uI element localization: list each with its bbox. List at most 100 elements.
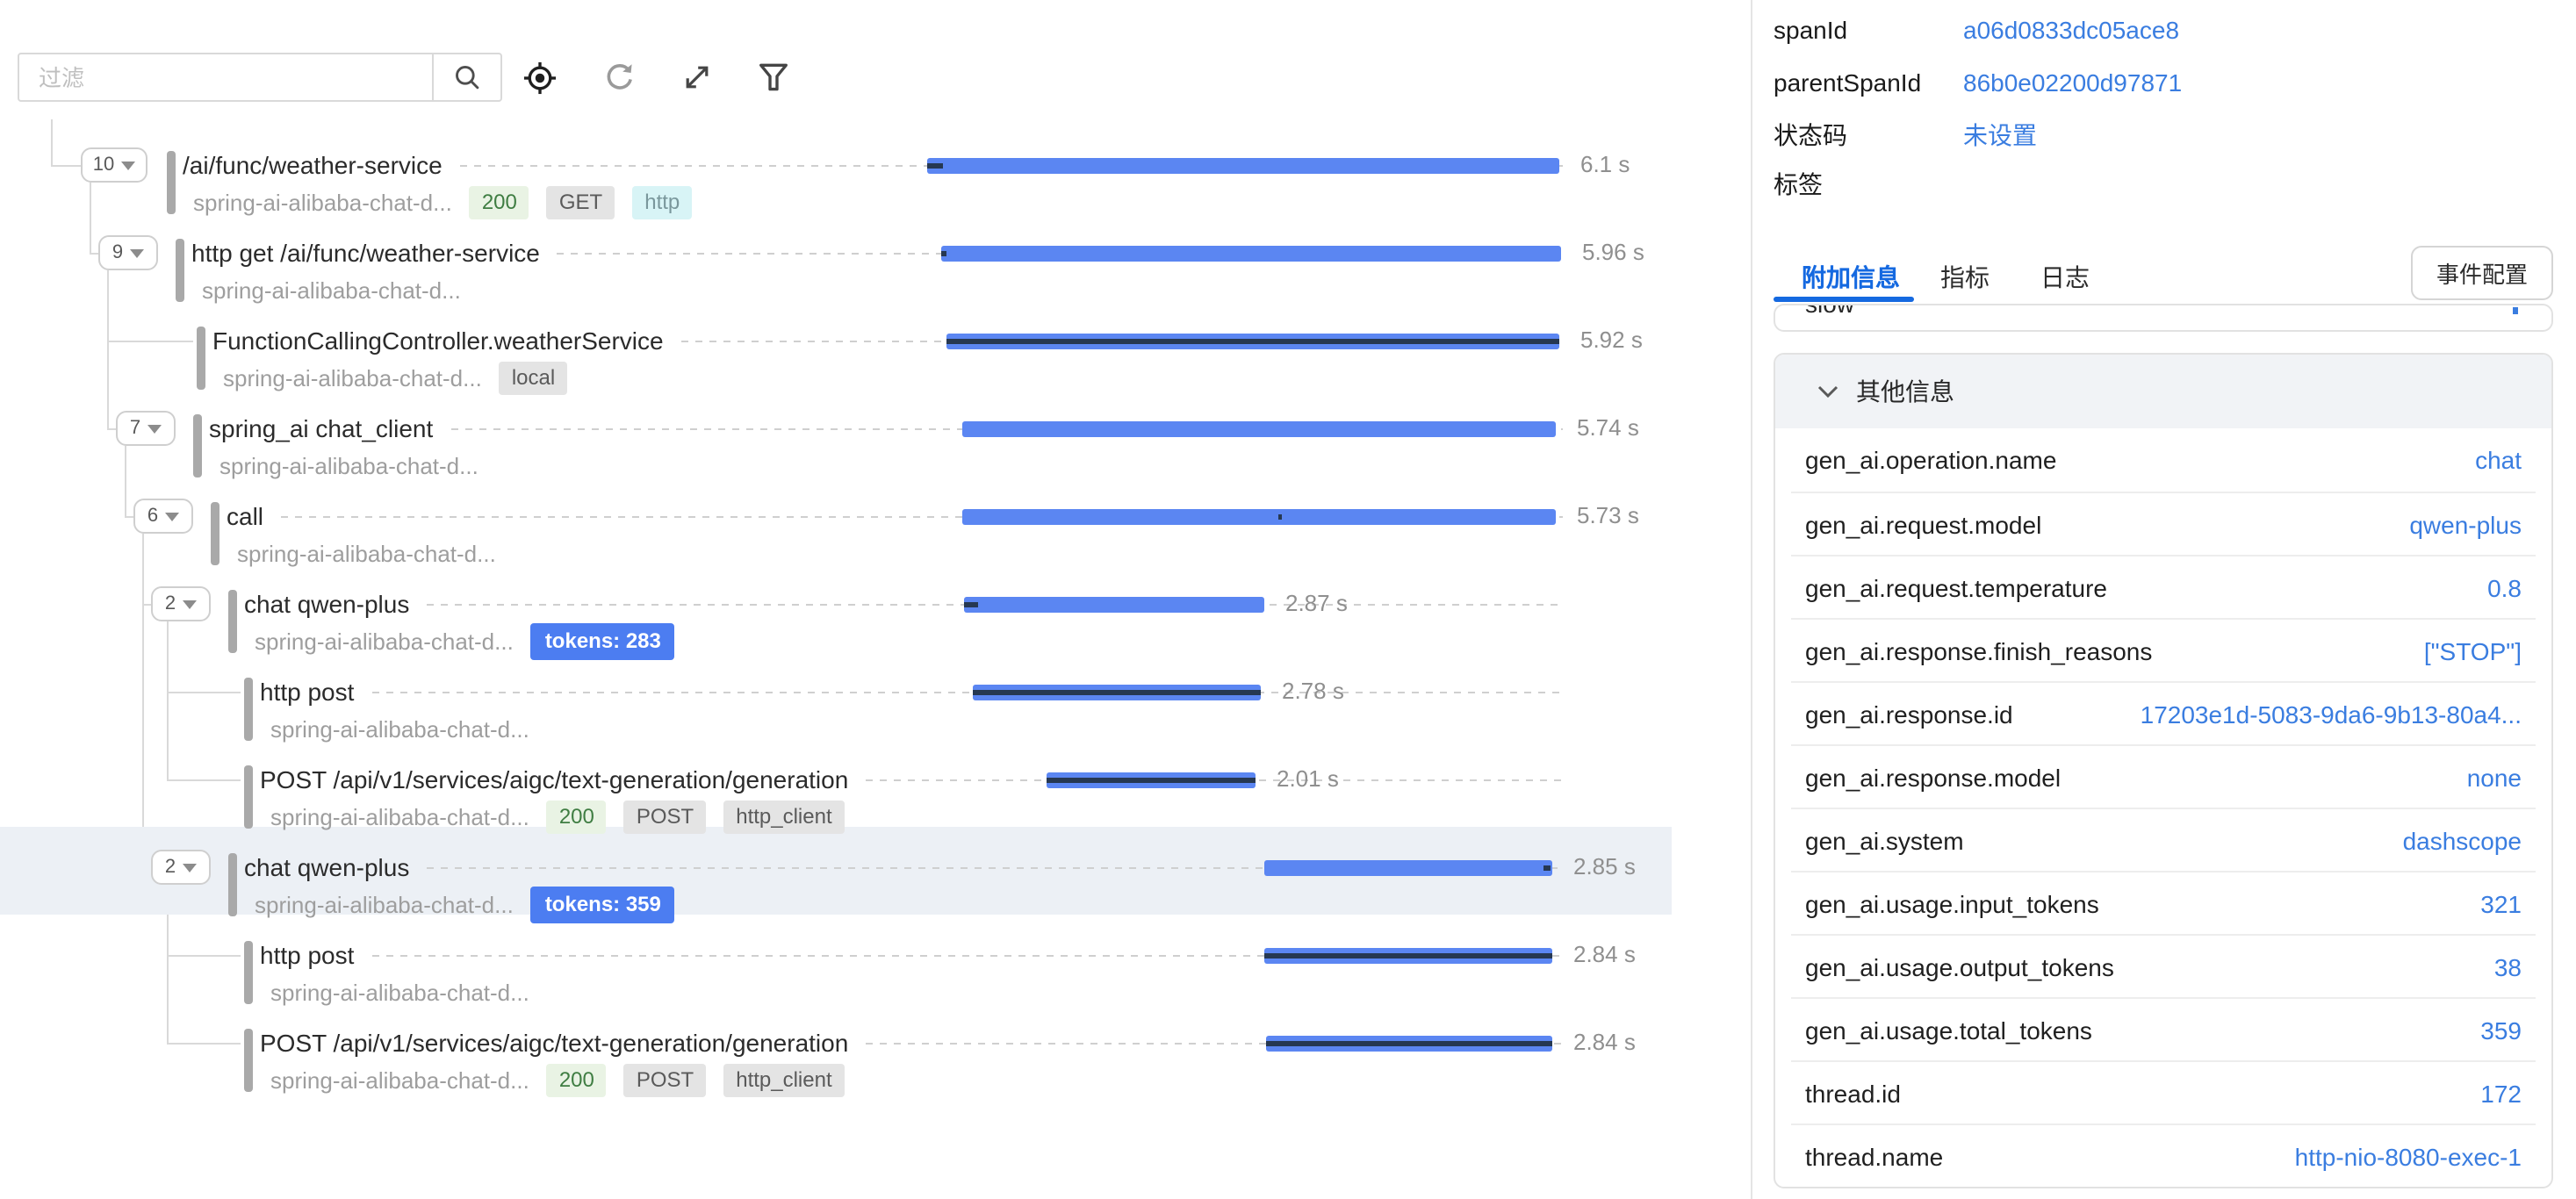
self-time-stripe (1264, 952, 1552, 958)
attribute-value[interactable]: chat (2475, 446, 2522, 474)
section-header-other-info[interactable]: 其他信息 (1775, 355, 2551, 428)
expand-button[interactable] (678, 58, 716, 97)
attribute-value[interactable]: 17203e1d-5083-9da6-9b13-80a4... (2141, 700, 2522, 729)
span-name[interactable]: POST /api/v1/services/aigc/text-generati… (260, 1029, 848, 1057)
attribute-value[interactable]: ["STOP"] (2424, 637, 2522, 665)
filter-input-box (18, 53, 502, 102)
attribute-value[interactable]: 0.8 (2487, 574, 2522, 602)
span-name[interactable]: http post (260, 678, 354, 706)
attribute-row: gen_ai.request.modelqwen-plus (1791, 492, 2536, 556)
tag-badge: http (632, 185, 692, 219)
tag-badge: POST (624, 800, 706, 833)
attribute-value[interactable]: 38 (2494, 953, 2522, 981)
refresh-icon (602, 60, 637, 95)
detail-field-value[interactable]: 86b0e02200d97871 (1963, 68, 2182, 97)
attribute-value[interactable]: 172 (2480, 1080, 2522, 1108)
child-count: 10 (93, 154, 115, 176)
tag-badge: http_client (723, 1063, 844, 1096)
refresh-button[interactable] (601, 58, 639, 97)
tab-logs[interactable]: 日志 (2040, 260, 2090, 291)
span-meta: spring-ai-alibaba-chat-d... (237, 535, 496, 571)
tree-line (167, 1043, 241, 1045)
timeline-bar[interactable] (1266, 1035, 1552, 1051)
collapse-toggle[interactable]: 10 (81, 147, 148, 183)
self-time-stripe (927, 162, 943, 168)
timeline-bar[interactable] (927, 157, 1559, 173)
search-button[interactable] (432, 54, 500, 100)
span-duration: 2.84 s (1573, 941, 1636, 967)
attribute-row: gen_ai.system dashscope (1791, 808, 2536, 872)
collapse-toggle[interactable]: 7 (116, 411, 176, 446)
attribute-row: gen_ai.request.temperature0.8 (1791, 555, 2536, 620)
tree-line (51, 165, 81, 167)
filter-input[interactable] (19, 64, 432, 90)
tree-line (167, 621, 169, 779)
span-name[interactable]: http post (260, 941, 354, 969)
span-duration: 2.84 s (1573, 1029, 1636, 1055)
span-name[interactable]: FunctionCallingController.weatherService (212, 327, 664, 355)
span-name[interactable]: http get /ai/func/weather-service (191, 239, 540, 267)
attribute-row: thread.namehttp-nio-8080-exec-1 (1791, 1124, 2536, 1188)
service-name: spring-ai-alibaba-chat-d... (219, 452, 479, 478)
attribute-value[interactable]: qwen-plus (2409, 511, 2522, 539)
attribute-value[interactable]: 321 (2480, 890, 2522, 918)
timeline-bar[interactable] (1264, 859, 1552, 875)
detail-field-value[interactable]: 未设置 (1963, 118, 2037, 153)
self-time-stripe (1278, 513, 1282, 519)
filter-funnel-button[interactable] (753, 58, 792, 97)
detail-field-label: spanId (1774, 16, 1847, 44)
attribute-value[interactable]: http-nio-8080-exec-1 (2295, 1143, 2522, 1171)
self-time-stripe (946, 338, 1559, 343)
timeline-bar[interactable] (964, 596, 1264, 612)
self-time-stripe (964, 601, 978, 607)
tag-badge: 200 (547, 1063, 607, 1096)
span-kind-bar (211, 502, 219, 565)
span-row[interactable]: http post (260, 676, 1563, 707)
collapse-toggle[interactable]: 2 (151, 586, 211, 621)
span-meta: spring-ai-alibaba-chat-d... (219, 448, 479, 483)
attribute-key: gen_ai.system (1805, 827, 1964, 855)
span-name[interactable]: chat qwen-plus (244, 590, 409, 618)
timeline-bar[interactable] (962, 508, 1556, 524)
attribute-value[interactable]: dashscope (2403, 827, 2522, 855)
tree-line (167, 692, 241, 693)
span-name[interactable]: /ai/func/weather-service (183, 151, 443, 179)
locate-button[interactable] (520, 58, 558, 97)
child-count: 2 (165, 593, 176, 614)
collapse-toggle[interactable]: 6 (133, 499, 193, 534)
tab-extra-info[interactable]: 附加信息 (1802, 260, 1900, 291)
span-name[interactable]: POST /api/v1/services/aigc/text-generati… (260, 765, 848, 793)
span-meta: spring-ai-alibaba-chat-d... (270, 711, 529, 746)
attribute-value[interactable]: 359 (2480, 1016, 2522, 1045)
span-duration: 6.1 s (1580, 151, 1630, 177)
chevron-down-icon (1817, 384, 1838, 398)
trace-viewer: 10/ai/func/weather-service spring-ai-alib… (0, 0, 2576, 1199)
timeline-bar[interactable] (1047, 772, 1256, 787)
tag-badge: http_client (723, 800, 844, 833)
timeline-bar[interactable] (946, 333, 1559, 348)
span-row[interactable]: chat qwen-plus (244, 588, 1563, 620)
collapse-toggle[interactable]: 2 (151, 850, 211, 885)
attribute-key: gen_ai.usage.input_tokens (1805, 890, 2099, 918)
tab-metrics[interactable]: 指标 (1940, 260, 1990, 291)
self-time-stripe (1266, 1040, 1552, 1045)
service-name: spring-ai-alibaba-chat-d... (237, 540, 496, 566)
attribute-value[interactable]: none (2467, 764, 2522, 792)
attribute-row: gen_ai.response.modelnone (1791, 744, 2536, 809)
service-name: spring-ai-alibaba-chat-d... (223, 364, 482, 391)
span-name[interactable]: call (227, 502, 263, 530)
span-meta: spring-ai-alibaba-chat-d...200POSThttp_c… (270, 1062, 845, 1097)
timeline-bar[interactable] (1264, 947, 1552, 963)
timeline-bar[interactable] (941, 245, 1561, 261)
span-name[interactable]: spring_ai chat_client (209, 414, 433, 442)
event-config-button[interactable]: 事件配置 (2411, 246, 2553, 300)
timeline-bar[interactable] (973, 684, 1261, 700)
tree-line (125, 516, 133, 518)
collapse-toggle[interactable]: 9 (98, 235, 158, 270)
span-kind-bar (244, 678, 252, 741)
timeline-bar[interactable] (962, 420, 1556, 436)
span-name[interactable]: chat qwen-plus (244, 853, 409, 881)
span-kind-bar (244, 941, 252, 1004)
detail-field-value[interactable]: a06d0833dc05ace8 (1963, 16, 2179, 44)
span-row[interactable]: POST /api/v1/services/aigc/text-generati… (260, 764, 1563, 795)
